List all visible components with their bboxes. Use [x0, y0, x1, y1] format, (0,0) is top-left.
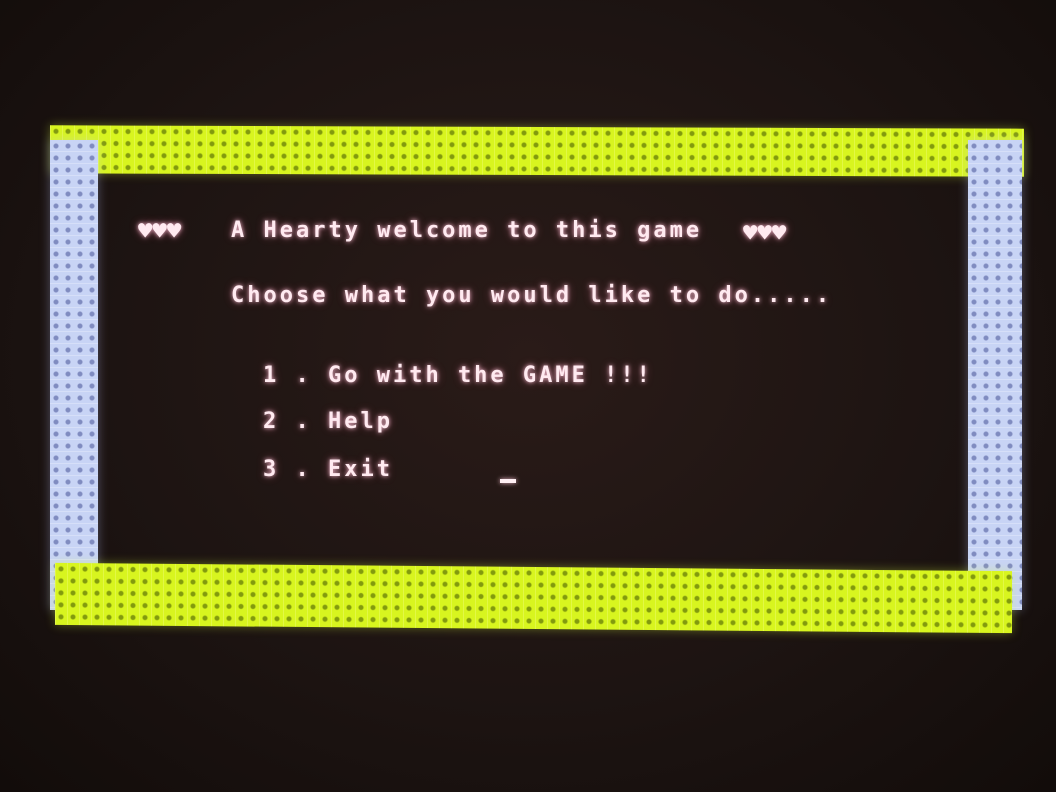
menu-prompt: Choose what you would like to do.....: [231, 283, 833, 308]
text-cursor: [500, 479, 516, 483]
hearts-left-icon: ♥♥♥: [138, 217, 182, 245]
menu-option-play[interactable]: 1 . Go with the GAME !!!: [263, 363, 653, 388]
menu-option-exit[interactable]: 3 . Exit: [263, 457, 393, 482]
hearts-right-icon: ♥♥♥: [743, 219, 787, 247]
right-border: [968, 140, 1022, 610]
bottom-border: [55, 562, 1012, 634]
welcome-title: A Hearty welcome to this game: [231, 218, 703, 243]
menu-option-help[interactable]: 2 . Help: [263, 409, 393, 434]
game-screen: ♥♥♥ A Hearty welcome to this game ♥♥♥ Ch…: [0, 0, 1056, 792]
top-border: [50, 125, 1024, 177]
left-border: [50, 140, 98, 610]
